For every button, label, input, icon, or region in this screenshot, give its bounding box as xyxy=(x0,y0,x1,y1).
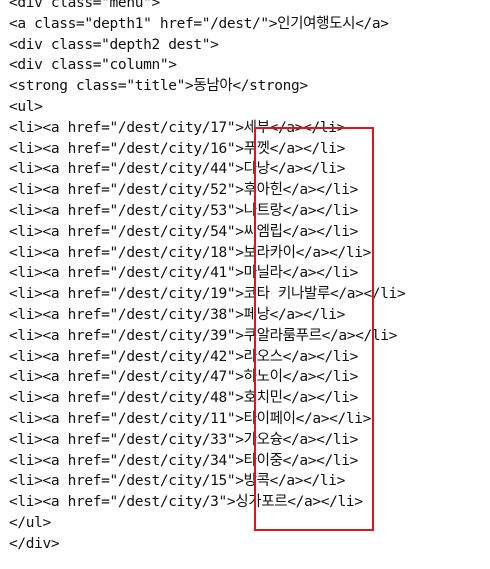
code-view: <div class="menu"> <a class="depth1" hre… xyxy=(9,0,489,555)
code-line: <li><a href="/dest/city/34">타이중</a></li> xyxy=(9,452,359,469)
code-line: <li><a href="/dest/city/52">후아힌</a></li> xyxy=(9,182,359,199)
code-line: <li><a href="/dest/city/47">하노이</a></li> xyxy=(9,369,359,386)
code-line: <li><a href="/dest/city/48">호치민</a></li> xyxy=(9,390,359,407)
code-line: <li><a href="/dest/city/18">보라카이</a></li… xyxy=(9,244,372,261)
code-line: <li><a href="/dest/city/11">타이페이</a></li… xyxy=(9,410,372,427)
code-line: <li><a href="/dest/city/15">방콕</a></li> xyxy=(9,473,346,490)
code-line: <li><a href="/dest/city/19">코타 키나발루</a><… xyxy=(9,286,406,303)
code-line: </ul> xyxy=(9,514,51,531)
code-line: <strong class="title">동남아</strong> xyxy=(9,78,308,95)
code-line: <div class="column"> xyxy=(9,57,177,74)
code-line: <li><a href="/dest/city/16">푸껫</a></li> xyxy=(9,140,346,157)
code-line: <li><a href="/dest/city/39">쿠알라룸푸르</a></… xyxy=(9,327,397,344)
code-line: <div class="depth2 dest"> xyxy=(9,36,219,53)
code-line: <ul> xyxy=(9,98,43,115)
code-line: <li><a href="/dest/city/41">마닐라</a></li> xyxy=(9,265,359,282)
code-line: <li><a href="/dest/city/44">다낭</a></li> xyxy=(9,161,346,178)
code-line: <li><a href="/dest/city/53">나트랑</a></li> xyxy=(9,202,359,219)
code-line: <li><a href="/dest/city/3">싱가포르</a></li> xyxy=(9,494,363,511)
code-line: <li><a href="/dest/city/17">세부</a></li> xyxy=(9,119,346,136)
code-line: <li><a href="/dest/city/42">라오스</a></li> xyxy=(9,348,359,365)
code-line: <li><a href="/dest/city/38">페낭</a></li> xyxy=(9,306,346,323)
code-line: <div class="menu"> xyxy=(9,0,160,11)
code-line: <li><a href="/dest/city/33">가오슝</a></li> xyxy=(9,431,359,448)
code-line: </div> xyxy=(9,535,60,552)
code-line: <a class="depth1" href="/dest/">인기여행도시</… xyxy=(9,15,389,32)
code-line: <li><a href="/dest/city/54">씨엠립</a></li> xyxy=(9,223,359,240)
